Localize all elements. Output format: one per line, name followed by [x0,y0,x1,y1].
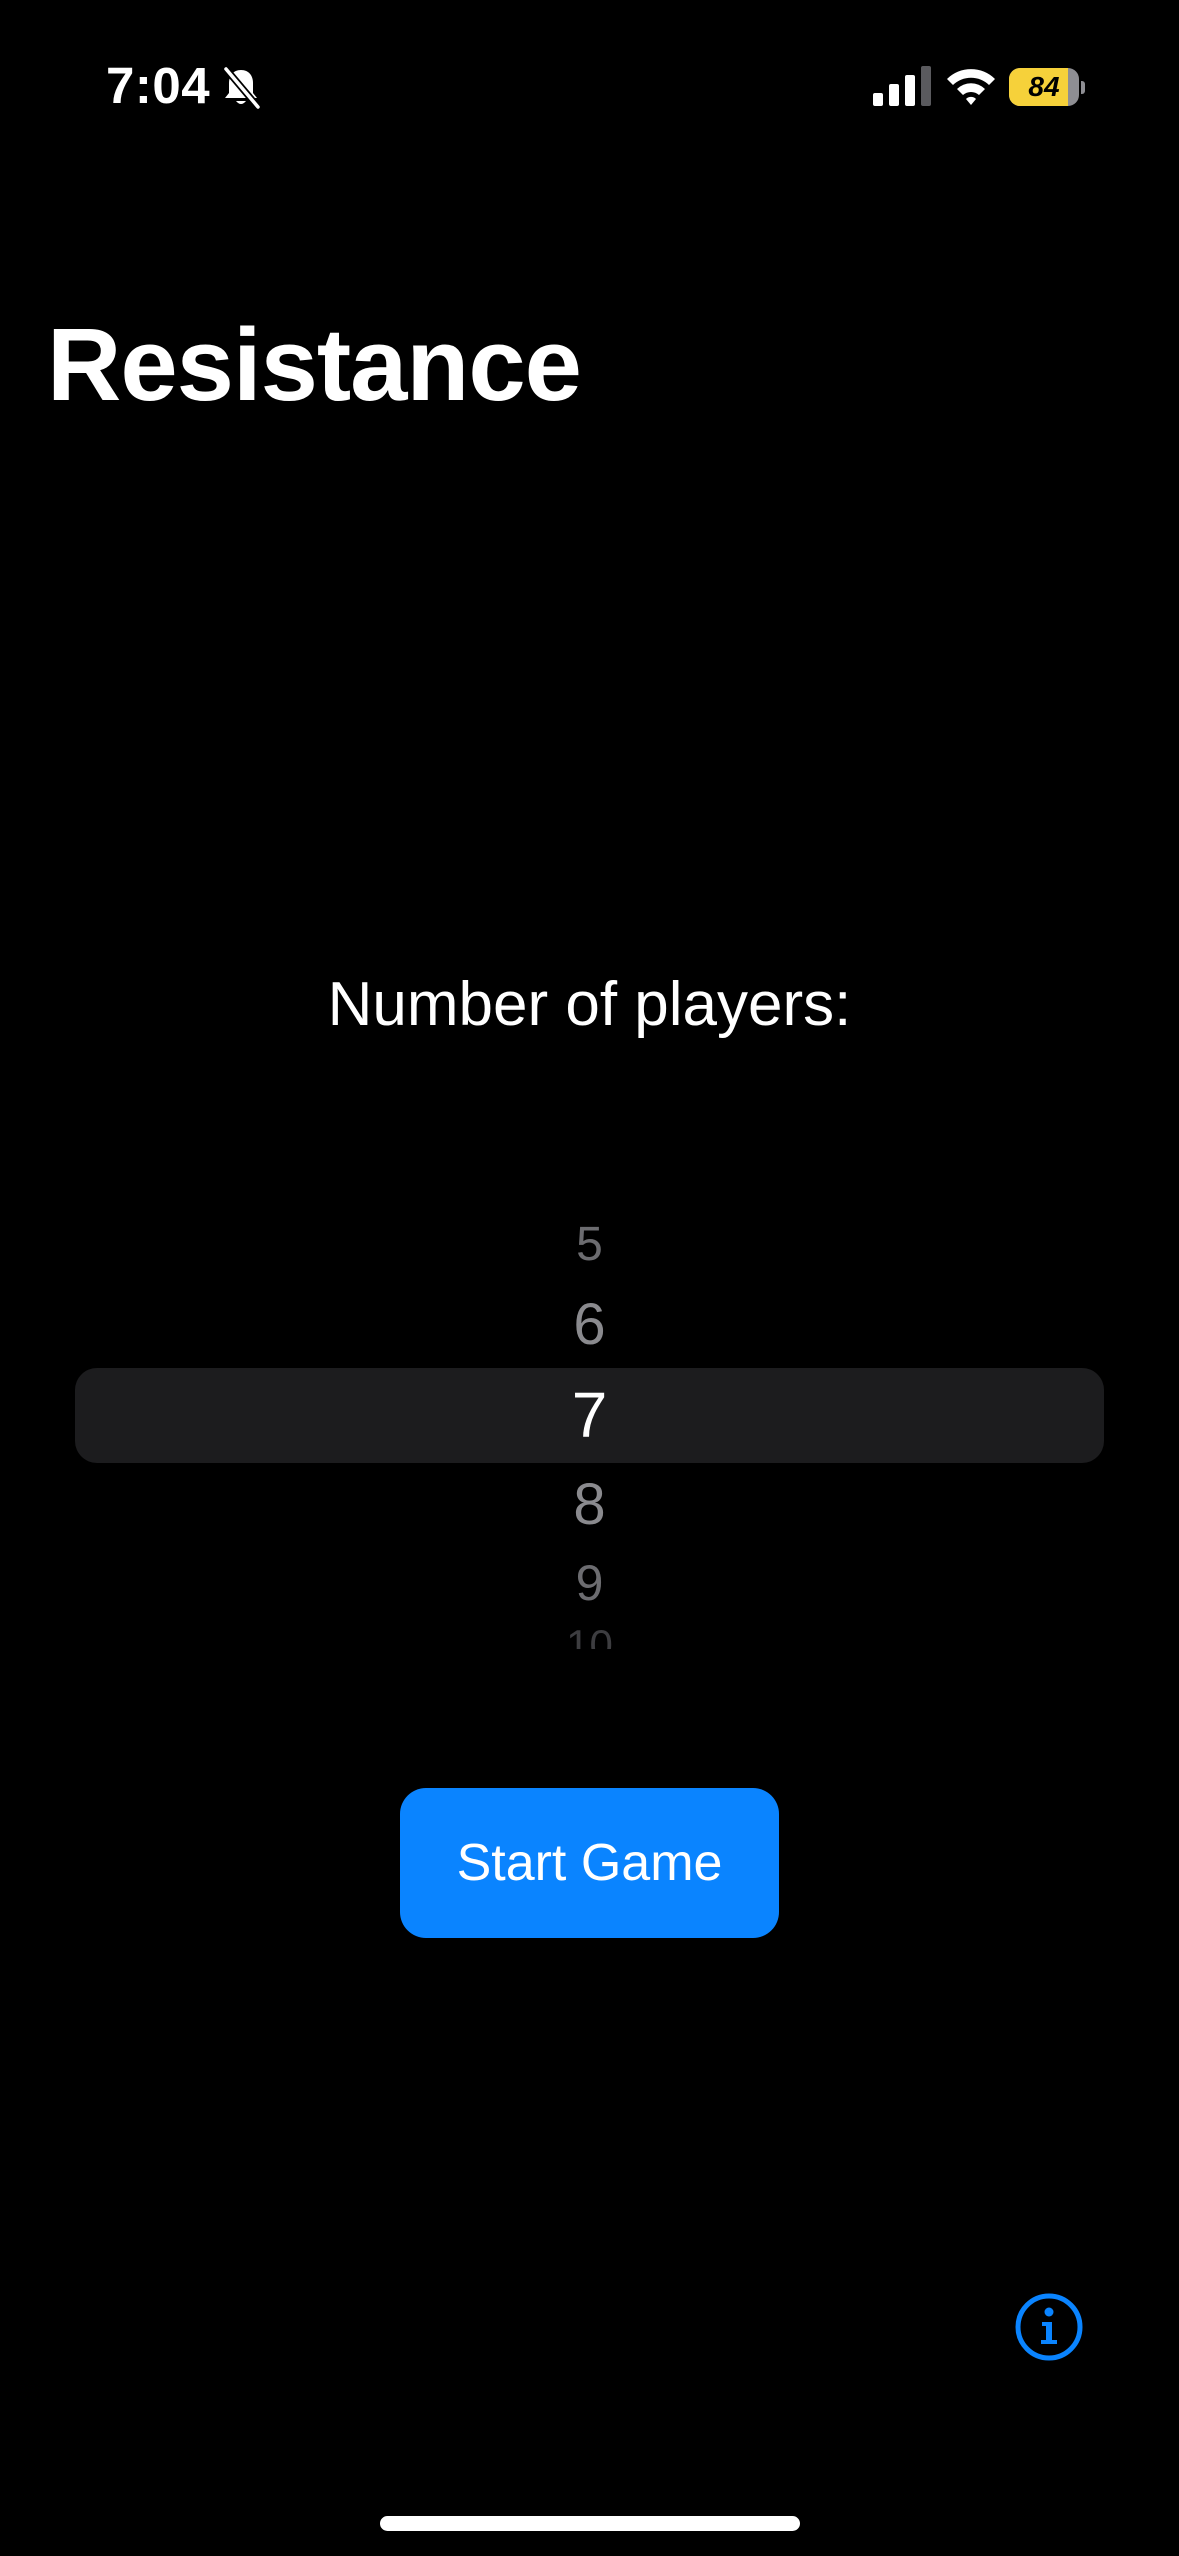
picker-option-6[interactable]: 6 [75,1285,1104,1365]
picker-option-8[interactable]: 8 [75,1465,1104,1545]
picker-option-selected[interactable]: 7 [75,1375,1104,1455]
info-circle-icon[interactable] [1014,2292,1084,2362]
cellular-signal-icon [873,66,931,106]
bell-slash-icon [222,66,262,110]
picker-option-5[interactable]: 5 [75,1205,1104,1285]
battery-level: 84 [1028,71,1060,102]
status-time: 7:04 [106,57,211,114]
picker-option-10[interactable]: 10 [75,1605,1104,1649]
home-indicator [380,2516,800,2531]
players-count-label: Number of players: [327,970,852,1039]
page-title: Resistance [47,307,582,422]
player-count-picker[interactable]: 5 6 7 8 9 10 [75,1205,1104,1665]
status-bar: 7:04 84 [0,0,1179,170]
start-game-button[interactable]: Start Game [400,1788,779,1938]
wifi-icon [947,69,995,105]
battery-charging-icon: 84 [1009,68,1085,106]
